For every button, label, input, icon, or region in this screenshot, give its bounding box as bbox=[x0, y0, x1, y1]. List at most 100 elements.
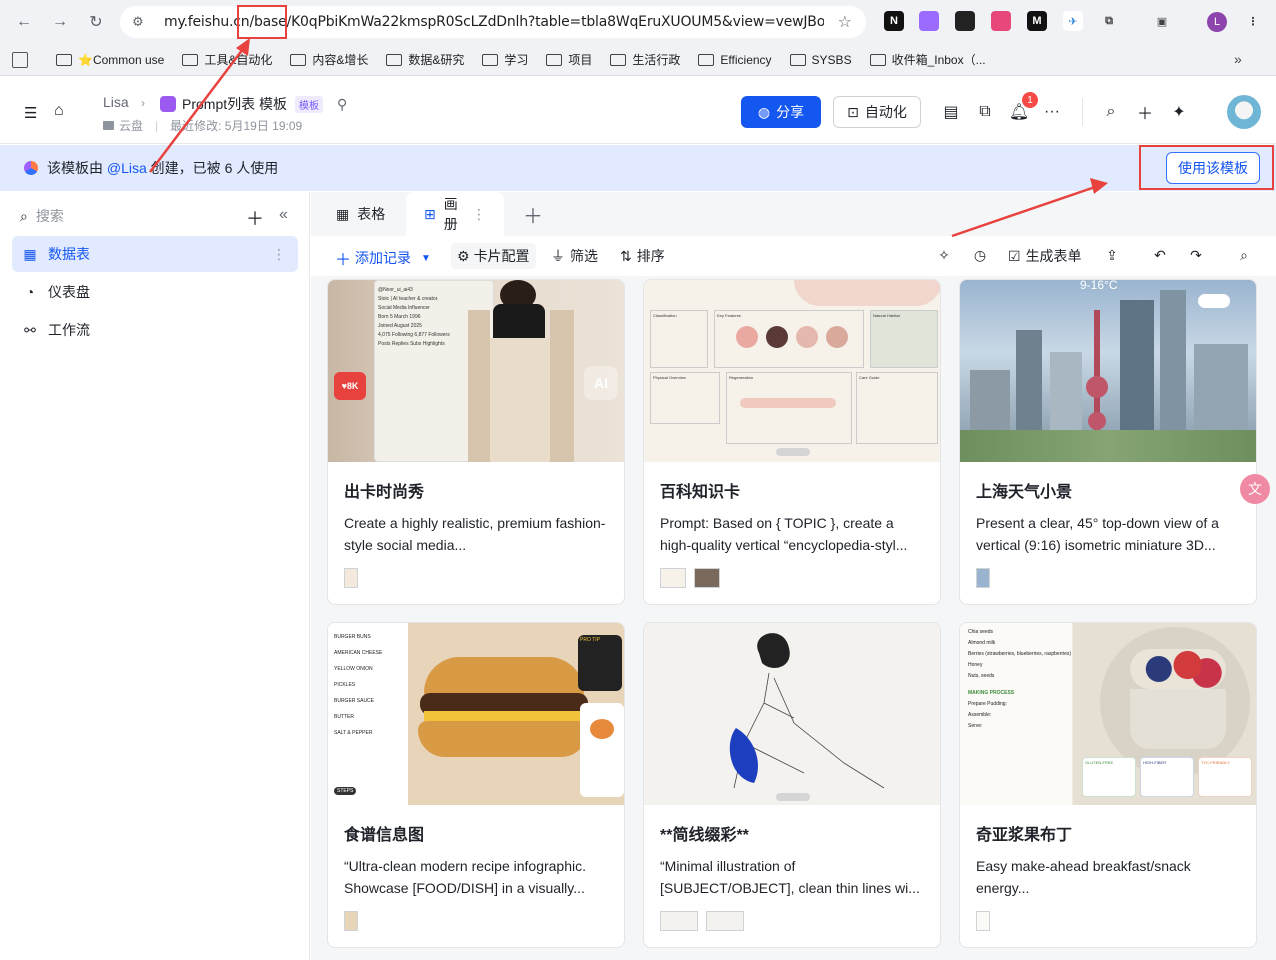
attachment-thumb[interactable] bbox=[660, 911, 698, 931]
gallery-card[interactable]: BURGER BUNS AMERICAN CHEESE YELLOW ONION… bbox=[327, 622, 625, 948]
doc-meta: 云盘 | 最近修改: 5月19日 19:09 bbox=[103, 117, 302, 134]
undo-icon[interactable]: ↶ bbox=[1151, 246, 1169, 264]
back-arrow-icon[interactable]: ← bbox=[10, 8, 38, 36]
gallery-card[interactable]: @Noor_ui_ai43 Stoic | AI teacher & creat… bbox=[327, 279, 625, 605]
bookmark-folder[interactable]: 收件箱_Inbox（... bbox=[869, 51, 986, 68]
gallery-card[interactable]: **简线缀彩** “Minimal illustration of [SUBJE… bbox=[643, 622, 941, 948]
bookmark-folder[interactable]: 数据&研究 bbox=[386, 51, 464, 68]
site-settings-icon[interactable]: ⚙ bbox=[132, 14, 150, 30]
breadcrumb-parent[interactable]: Lisa bbox=[103, 94, 129, 110]
bookmark-folder[interactable]: SYSBS bbox=[789, 53, 852, 67]
annotation-box-button bbox=[1139, 145, 1274, 190]
search-records-icon[interactable]: ⌕ bbox=[1235, 246, 1253, 264]
bookmark-folder[interactable]: ⭐Common use bbox=[56, 53, 164, 67]
browser-menu-icon[interactable]: ⋮ bbox=[1243, 11, 1263, 31]
tab-gallery[interactable]: ⊞ 画册 ⋮ bbox=[406, 192, 504, 236]
notion-extension-icon[interactable]: N bbox=[884, 11, 904, 31]
item-more-icon[interactable]: ⋮ bbox=[272, 246, 286, 263]
sort-button[interactable]: ⇅ 排序 bbox=[620, 246, 665, 266]
home-icon[interactable]: ⌂ bbox=[54, 102, 64, 120]
bookmark-folder[interactable]: 生活行政 bbox=[610, 51, 680, 68]
plus-icon[interactable]: ＋ bbox=[1135, 102, 1155, 123]
flame-extension-icon[interactable] bbox=[955, 11, 975, 31]
translate-float-icon[interactable]: 文 bbox=[1240, 474, 1270, 504]
redo-icon[interactable]: ↷ bbox=[1187, 246, 1205, 264]
attachment-thumb[interactable] bbox=[344, 911, 358, 931]
plugin-icon[interactable]: ⧉ bbox=[975, 102, 995, 122]
globe-icon: ◍ bbox=[757, 103, 771, 120]
like-bubble: ♥ 8K bbox=[334, 372, 366, 400]
add-record-button[interactable]: ＋ 添加记录 ▼ bbox=[335, 246, 431, 270]
forward-arrow-icon[interactable]: → bbox=[46, 8, 74, 36]
add-item-icon[interactable]: ＋ bbox=[246, 205, 264, 231]
tab-table[interactable]: ▦ 表格 bbox=[336, 192, 385, 236]
attachment-thumb[interactable] bbox=[694, 568, 720, 588]
card-config-button[interactable]: ⚙ 卡片配置 bbox=[451, 243, 536, 269]
add-view-icon[interactable]: ＋ bbox=[523, 192, 543, 236]
share-button[interactable]: ◍ 分享 bbox=[741, 96, 821, 128]
share-view-icon[interactable]: ⇪ bbox=[1103, 246, 1121, 264]
bookmark-folder[interactable]: 工具&自动化 bbox=[182, 51, 272, 68]
ai-sparkle-icon[interactable]: ✦ bbox=[1169, 102, 1189, 122]
sidebar-item-dashboard[interactable]: ◔ 仪表盘 bbox=[12, 274, 298, 310]
search-icon[interactable]: ⌕ bbox=[1101, 102, 1121, 122]
notification-badge: 1 bbox=[1022, 92, 1038, 108]
translate-extension-icon[interactable] bbox=[991, 11, 1011, 31]
automation-button[interactable]: ⊡ 自动化 bbox=[833, 96, 921, 128]
purple-extension-icon[interactable] bbox=[919, 11, 939, 31]
m-extension-icon[interactable]: M bbox=[1027, 11, 1047, 31]
card-description: Prompt: Based on { TOPIC }, create a hig… bbox=[660, 515, 908, 553]
filter-button[interactable]: ⏚ 筛选 bbox=[551, 246, 598, 266]
workflow-icon: ⚯ bbox=[24, 321, 36, 338]
doc-list-icon[interactable]: ▤ bbox=[941, 102, 961, 122]
annotation-box-url bbox=[237, 5, 287, 39]
card-title: 奇亚浆果布丁 bbox=[976, 827, 1073, 844]
folder-icon bbox=[546, 53, 563, 66]
user-avatar[interactable] bbox=[1227, 95, 1261, 129]
bookmark-folder[interactable]: 项目 bbox=[546, 51, 592, 68]
gallery-card[interactable]: 9-16°C 上海天气小景 Present a clear, 45° top-d… bbox=[959, 279, 1257, 605]
collapse-sidebar-icon[interactable]: « bbox=[279, 206, 288, 224]
extensions-puzzle-icon[interactable]: ⧉ bbox=[1099, 11, 1119, 31]
sidebar-item-datatable[interactable]: ▦ 数据表 ⋮ bbox=[12, 236, 298, 272]
apps-grid-icon[interactable] bbox=[12, 51, 28, 68]
pin-icon[interactable]: ⚲ bbox=[337, 96, 347, 113]
ai-sparkle-icon[interactable]: ✧ bbox=[935, 246, 953, 264]
author-mention[interactable]: @Lisa bbox=[107, 160, 147, 176]
sidebar-search[interactable]: ⌕ 搜索 bbox=[20, 206, 64, 226]
reload-icon[interactable]: ↻ bbox=[82, 8, 110, 36]
base-icon bbox=[160, 96, 176, 112]
dashboard-icon: ◔ bbox=[25, 284, 35, 300]
chevron-down-icon[interactable]: ▼ bbox=[421, 253, 431, 264]
search-placeholder: 搜索 bbox=[35, 208, 64, 224]
address-bar[interactable]: ⚙ my.feishu.cn/base/K0qPbiKmWa22kmspR0Sc… bbox=[120, 6, 866, 38]
bird-extension-icon[interactable]: ✈ bbox=[1063, 11, 1083, 31]
tab-search-icon[interactable]: ▣ bbox=[1152, 11, 1172, 31]
attachment-thumb[interactable] bbox=[706, 911, 744, 931]
toggle-sidebar-icon[interactable]: ☰ bbox=[24, 104, 37, 122]
attachment-thumb[interactable] bbox=[344, 568, 358, 588]
more-options-icon[interactable]: ··· bbox=[1042, 102, 1062, 122]
attachment-thumb[interactable] bbox=[660, 568, 686, 588]
bookmark-folder[interactable]: Efficiency bbox=[698, 53, 772, 67]
sidebar-item-workflow[interactable]: ⚯ 工作流 bbox=[12, 312, 298, 348]
bookmark-star-icon[interactable]: ☆ bbox=[838, 12, 852, 32]
card-description: “Minimal illustration of [SUBJECT/OBJECT… bbox=[660, 858, 920, 896]
profile-avatar[interactable]: L bbox=[1207, 12, 1227, 32]
gallery-card[interactable]: Chia seeds Almond milk Berries (strawber… bbox=[959, 622, 1257, 948]
plus-icon: ＋ bbox=[335, 252, 352, 269]
attachment-thumb[interactable] bbox=[976, 568, 990, 588]
attachment-thumb[interactable] bbox=[976, 911, 990, 931]
history-icon[interactable]: ◷ bbox=[971, 246, 989, 264]
location-label[interactable]: 云盘 bbox=[119, 117, 143, 134]
more-bookmarks-icon[interactable]: » bbox=[1234, 51, 1242, 67]
folder-icon bbox=[610, 53, 627, 66]
bookmark-folder[interactable]: 内容&增长 bbox=[290, 51, 368, 68]
feishu-logo-icon bbox=[24, 161, 38, 175]
card-description: Create a highly realistic, premium fashi… bbox=[344, 515, 606, 553]
doc-title[interactable]: Prompt列表 模板 bbox=[182, 94, 287, 114]
generate-form-button[interactable]: ☑ 生成表单 bbox=[1008, 246, 1082, 266]
bookmark-folder[interactable]: 学习 bbox=[482, 51, 528, 68]
tab-more-icon[interactable]: ⋮ bbox=[472, 206, 486, 223]
gallery-card[interactable]: Classification Key Features Natural Habi… bbox=[643, 279, 941, 605]
